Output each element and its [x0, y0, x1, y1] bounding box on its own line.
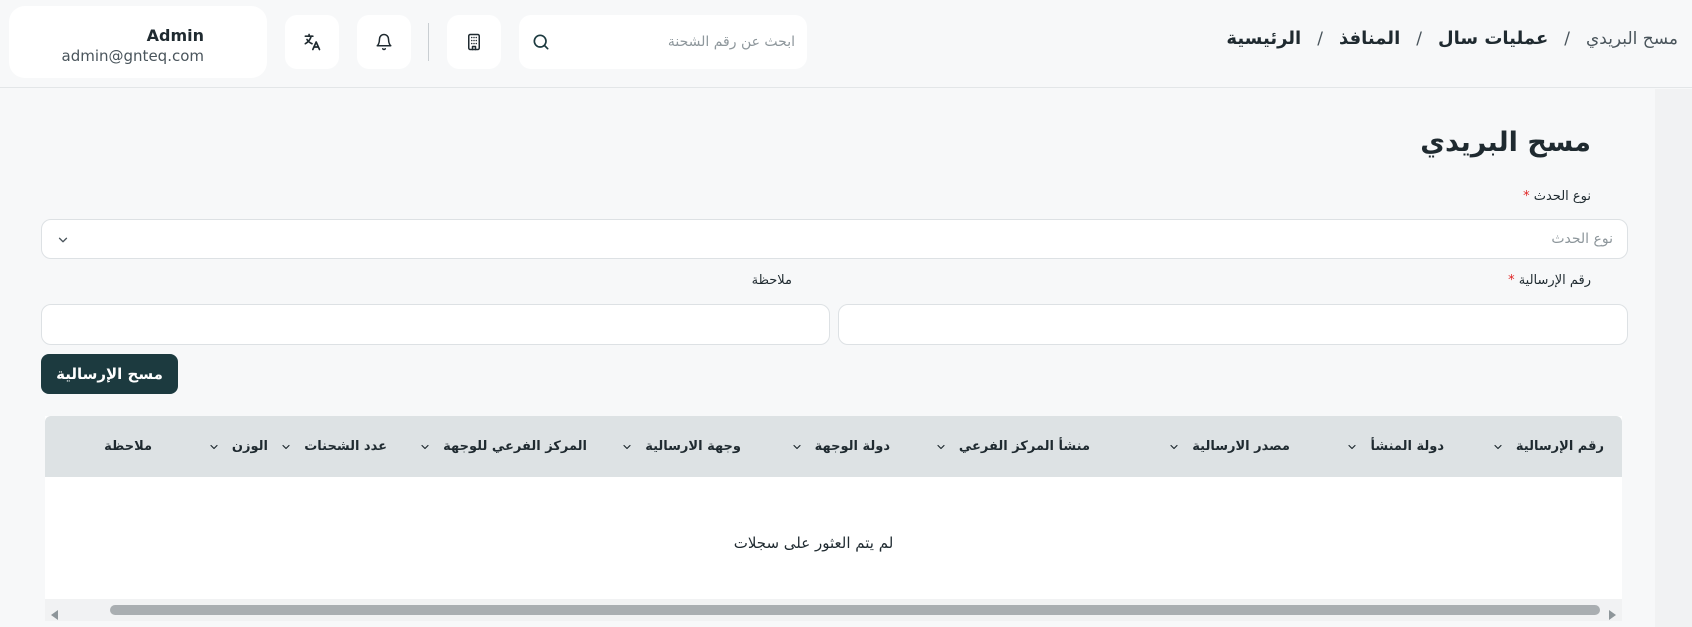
breadcrumb-separator: /	[1416, 28, 1422, 49]
bell-icon	[375, 33, 393, 51]
column-header-label: الوزن	[231, 439, 268, 454]
column-header-weight[interactable]: الوزن	[208, 416, 268, 477]
column-header-shipment-number[interactable]: رقم الإرسالية	[1492, 416, 1604, 477]
search-input[interactable]	[563, 25, 795, 59]
breadcrumb-separator: /	[1564, 28, 1570, 49]
column-header-destination-country[interactable]: دولة الوجهة	[791, 416, 890, 477]
search-box	[519, 15, 807, 69]
search-icon[interactable]	[531, 32, 551, 56]
column-header-origin-country[interactable]: دولة المنشأ	[1346, 416, 1444, 477]
page-title: مسح البريدي	[1420, 127, 1591, 158]
column-header-label: المركز الفرعي للوجهة	[443, 439, 587, 454]
shipments-table: رقم الإرسالية دولة المنشأ مصدر الارسالية…	[45, 416, 1622, 599]
chevron-down-icon[interactable]	[419, 441, 431, 453]
event-type-label-text: نوع الحدث	[1533, 189, 1591, 204]
note-input[interactable]	[41, 304, 830, 345]
breadcrumb-sal-operations[interactable]: عمليات سال	[1438, 28, 1548, 49]
chevron-down-icon	[56, 232, 70, 251]
chevron-down-icon[interactable]	[1492, 441, 1504, 453]
breadcrumb-ports[interactable]: المنافذ	[1339, 28, 1400, 49]
note-label-text: ملاحظة	[751, 273, 792, 288]
column-header-label: ملاحظة	[104, 439, 152, 454]
shipment-number-label-text: رقم الإرسالية	[1518, 273, 1591, 288]
column-header-label: دولة المنشأ	[1370, 439, 1444, 454]
column-header-shipment-destination[interactable]: وجهة الارسالية	[621, 416, 741, 477]
column-header-shipments-count[interactable]: عدد الشحنات	[280, 416, 387, 477]
chevron-down-icon[interactable]	[280, 441, 292, 453]
chevron-down-icon[interactable]	[208, 441, 220, 453]
building-icon	[465, 33, 483, 51]
chevron-down-icon[interactable]	[1346, 441, 1358, 453]
column-header-label: وجهة الارسالية	[645, 439, 741, 454]
column-header-shipment-source[interactable]: مصدر الارسالية	[1168, 416, 1290, 477]
column-header-note[interactable]: ملاحظة	[104, 416, 152, 477]
column-header-label: مصدر الارسالية	[1192, 439, 1290, 454]
note-label: ملاحظة	[752, 273, 792, 288]
shipment-number-input[interactable]	[838, 304, 1628, 345]
translate-icon	[302, 32, 322, 52]
event-type-placeholder: نوع الحدث	[1551, 231, 1613, 247]
notifications-button[interactable]	[357, 15, 411, 69]
language-button[interactable]	[285, 15, 339, 69]
top-bar: Admin admin@gnteq.com ابحث عن رقم الشحنة…	[0, 0, 1692, 88]
user-email: admin@gnteq.com	[61, 47, 204, 65]
breadcrumb-separator: /	[1317, 28, 1323, 49]
event-type-label: نوع الحدث *	[1523, 189, 1591, 204]
user-card[interactable]: Admin admin@gnteq.com	[9, 6, 267, 78]
event-type-select[interactable]: نوع الحدث	[41, 219, 1628, 259]
column-header-destination-subcenter[interactable]: المركز الفرعي للوجهة	[419, 416, 587, 477]
column-header-origin-subcenter[interactable]: منشأ المركز الفرعي	[935, 416, 1090, 477]
user-name: Admin	[146, 26, 204, 45]
column-header-label: عدد الشحنات	[304, 439, 387, 454]
table-header: رقم الإرسالية دولة المنشأ مصدر الارسالية…	[45, 416, 1622, 477]
chevron-down-icon[interactable]	[791, 441, 803, 453]
breadcrumb-current: مسح البريدي	[1585, 28, 1678, 49]
breadcrumb: الرئيسية / المنافذ / عمليات سال / مسح ال…	[1226, 28, 1678, 49]
chevron-down-icon[interactable]	[621, 441, 633, 453]
vertical-scrollbar[interactable]	[1655, 89, 1692, 627]
main-content: مسح البريدي نوع الحدث * نوع الحدث رقم ال…	[0, 89, 1655, 627]
required-mark: *	[1508, 273, 1515, 288]
scan-shipment-button[interactable]: مسح الإرسالية	[41, 354, 178, 394]
column-header-label: رقم الإرسالية	[1515, 439, 1604, 454]
shipment-number-label: رقم الإرسالية *	[1508, 273, 1591, 288]
scrollbar-thumb[interactable]	[110, 605, 1600, 615]
required-mark: *	[1523, 189, 1530, 204]
chevron-down-icon[interactable]	[935, 441, 947, 453]
branch-button[interactable]	[447, 15, 501, 69]
breadcrumb-home[interactable]: الرئيسية	[1226, 28, 1301, 49]
scroll-right-arrow-icon[interactable]	[1607, 605, 1617, 624]
scroll-left-arrow-icon[interactable]	[50, 605, 60, 624]
horizontal-scrollbar[interactable]	[45, 599, 1622, 621]
column-header-label: دولة الوجهة	[814, 439, 890, 454]
header-divider	[428, 23, 429, 61]
empty-table-message: لم يتم العثور على سجلات	[733, 534, 894, 552]
column-header-label: منشأ المركز الفرعي	[958, 439, 1090, 454]
chevron-down-icon[interactable]	[1168, 441, 1180, 453]
